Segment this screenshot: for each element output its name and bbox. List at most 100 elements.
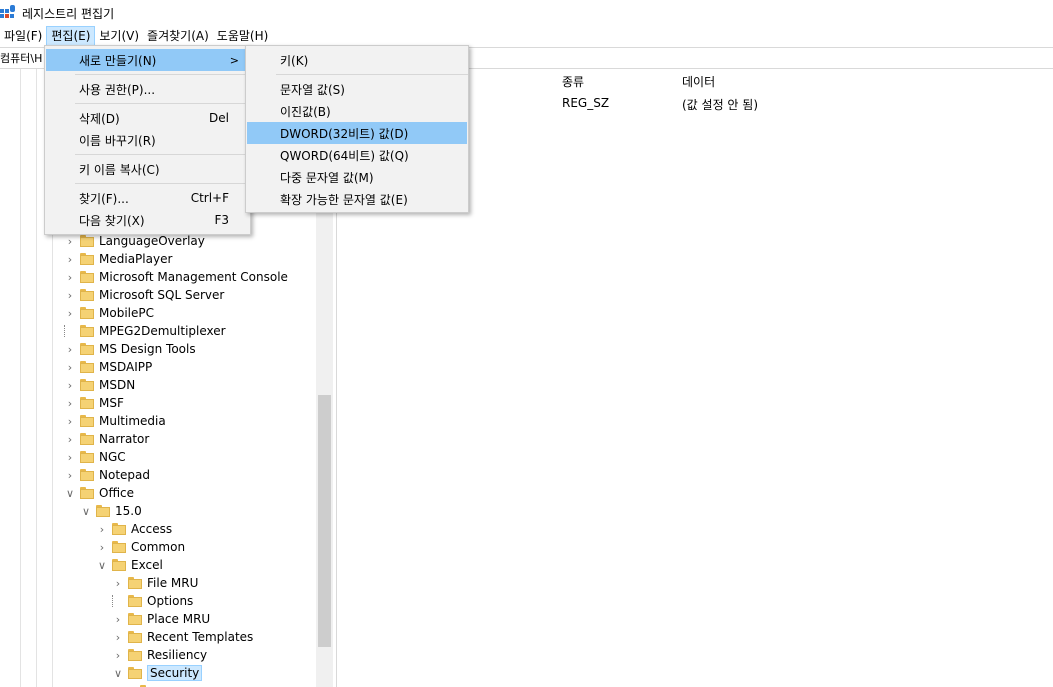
submenu-item-binary[interactable]: 이진값(B) <box>247 100 467 122</box>
chevron-right-icon[interactable]: › <box>64 343 76 356</box>
title-bar: 레지스트리 편집기 <box>0 0 1053 26</box>
tree-item[interactable]: › Multimedia <box>64 412 166 430</box>
menu-favorites[interactable]: 즐겨찾기(A) <box>143 26 213 46</box>
tree-item[interactable]: › Place MRU <box>112 610 210 628</box>
menu-item-label: 이진값(B) <box>280 104 331 119</box>
tree-item-label: Access <box>131 522 173 536</box>
tree-item[interactable]: › MobilePC <box>64 304 154 322</box>
tree-item[interactable]: MPEG2Demultiplexer <box>64 322 226 340</box>
folder-icon <box>128 577 142 589</box>
chevron-down-icon[interactable]: ∨ <box>80 505 92 518</box>
menu-item-rename[interactable]: 이름 바꾸기(R) <box>46 129 249 151</box>
tree-item[interactable]: › Microsoft Management Console <box>64 268 288 286</box>
tree-item[interactable]: › Resiliency <box>112 646 207 664</box>
menu-item-find[interactable]: 찾기(F)... Ctrl+F <box>46 187 249 209</box>
chevron-right-icon[interactable]: › <box>64 415 76 428</box>
menu-item-label: DWORD(32비트) 값(D) <box>280 126 409 141</box>
chevron-right-icon[interactable]: › <box>112 631 124 644</box>
chevron-right-icon[interactable]: › <box>96 523 108 536</box>
folder-icon <box>80 253 94 265</box>
regedit-icon <box>0 5 16 21</box>
chevron-down-icon[interactable]: ∨ <box>64 487 76 500</box>
tree-item-label: 15.0 <box>115 504 142 518</box>
menu-item-new[interactable]: 새로 만들기(N) > <box>46 49 249 71</box>
menu-file[interactable]: 파일(F) <box>0 26 46 46</box>
folder-icon <box>80 397 94 409</box>
folder-icon <box>80 325 94 337</box>
chevron-right-icon[interactable]: › <box>64 253 76 266</box>
chevron-down-icon[interactable]: ∨ <box>96 559 108 572</box>
chevron-right-icon[interactable]: › <box>112 613 124 626</box>
tree-item[interactable]: › File MRU <box>112 574 199 592</box>
tree-item-label: MSDAIPP <box>99 360 153 374</box>
submenu-item-expandable-string[interactable]: 확장 가능한 문자열 값(E) <box>247 188 467 210</box>
tree-item[interactable]: ∨ Office <box>64 484 134 502</box>
folder-icon <box>80 343 94 355</box>
chevron-right-icon[interactable]: › <box>112 577 124 590</box>
menu-item-label: QWORD(64비트) 값(Q) <box>280 148 409 163</box>
menu-item-label: 찾기(F)... <box>79 191 129 206</box>
chevron-right-icon[interactable]: › <box>64 361 76 374</box>
menu-help[interactable]: 도움말(H) <box>213 26 273 46</box>
tree-item[interactable]: › MSDAIPP <box>64 358 152 376</box>
chevron-right-icon[interactable]: › <box>64 397 76 410</box>
menu-item-label: 키 이름 복사(C) <box>79 162 160 177</box>
scrollbar-thumb[interactable] <box>318 395 331 647</box>
tree-item[interactable]: › Notepad <box>64 466 150 484</box>
tree-item[interactable]: › Recent Templates <box>112 628 254 646</box>
menu-separator <box>75 74 250 75</box>
folder-icon <box>128 649 142 661</box>
chevron-right-icon[interactable]: › <box>64 451 76 464</box>
chevron-right-icon[interactable]: › <box>96 541 108 554</box>
menu-item-find-next[interactable]: 다음 찾기(X) F3 <box>46 209 249 231</box>
menu-item-copy-key-name[interactable]: 키 이름 복사(C) <box>46 158 249 180</box>
tree-item[interactable]: › MediaPlayer <box>64 250 173 268</box>
menu-view[interactable]: 보기(V) <box>95 26 143 46</box>
chevron-right-icon[interactable]: › <box>64 307 76 320</box>
tree-item[interactable]: › MS Design Tools <box>64 340 196 358</box>
tree-item-selected[interactable]: ∨ Security <box>112 664 203 682</box>
tree-item[interactable]: › Common <box>96 538 185 556</box>
chevron-right-icon[interactable]: › <box>64 289 76 302</box>
menu-item-permissions[interactable]: 사용 권한(P)... <box>46 78 249 100</box>
column-header-data[interactable]: 데이터 <box>682 73 715 90</box>
menu-separator <box>75 183 250 184</box>
tree-item[interactable]: › Narrator <box>64 430 150 448</box>
address-input[interactable]: 컴퓨터\H <box>0 50 42 66</box>
chevron-right-icon[interactable]: › <box>64 235 76 248</box>
chevron-right-icon[interactable]: › <box>64 379 76 392</box>
value-data-cell[interactable]: (값 설정 안 됨) <box>682 96 758 113</box>
value-type-cell[interactable]: REG_SZ <box>562 96 609 110</box>
menu-edit[interactable]: 편집(E) <box>46 26 96 46</box>
tree-item[interactable]: ∨ 15.0 <box>80 502 142 520</box>
column-header-type[interactable]: 종류 <box>562 73 584 90</box>
tree-item[interactable]: › MSF <box>64 394 124 412</box>
tree-item-partial[interactable] <box>140 682 159 687</box>
submenu-item-string[interactable]: 문자열 값(S) <box>247 78 467 100</box>
edit-menu-dropdown: 새로 만들기(N) > 사용 권한(P)... 삭제(D) Del 이름 바꾸기… <box>44 45 251 235</box>
menu-item-shortcut: Del <box>209 111 229 125</box>
chevron-right-icon[interactable]: › <box>64 433 76 446</box>
tree-item[interactable]: › NGC <box>64 448 126 466</box>
menu-item-label: 사용 권한(P)... <box>79 82 156 97</box>
chevron-down-icon[interactable]: ∨ <box>112 667 124 680</box>
tree-guide-line <box>20 69 21 687</box>
submenu-item-dword[interactable]: DWORD(32비트) 값(D) <box>247 122 467 144</box>
tree-item-label: Microsoft Management Console <box>99 270 288 284</box>
tree-item[interactable]: › Microsoft SQL Server <box>64 286 225 304</box>
menu-item-shortcut: Ctrl+F <box>190 191 229 205</box>
tree-item[interactable]: ∨ Excel <box>96 556 163 574</box>
chevron-right-icon[interactable]: › <box>64 469 76 482</box>
chevron-right-icon[interactable]: › <box>112 649 124 662</box>
menu-item-label: 새로 만들기(N) <box>79 53 157 68</box>
folder-icon <box>80 235 94 247</box>
submenu-item-multi-string[interactable]: 다중 문자열 값(M) <box>247 166 467 188</box>
chevron-right-icon[interactable]: › <box>64 271 76 284</box>
tree-item[interactable]: Options <box>112 592 193 610</box>
submenu-item-qword[interactable]: QWORD(64비트) 값(Q) <box>247 144 467 166</box>
tree-item[interactable]: › Access <box>96 520 172 538</box>
menu-item-delete[interactable]: 삭제(D) Del <box>46 107 249 129</box>
folder-icon <box>80 469 94 481</box>
submenu-item-key[interactable]: 키(K) <box>247 49 467 71</box>
tree-item[interactable]: › MSDN <box>64 376 135 394</box>
